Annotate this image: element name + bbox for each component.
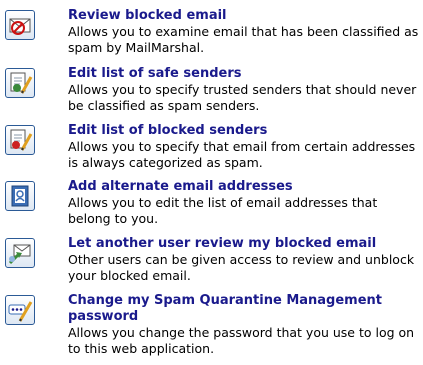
menu-item-text: Edit list of safe senders Allows you to … xyxy=(68,66,423,114)
edit-blocked-senders-description: Allows you to specify that email from ce… xyxy=(68,139,416,170)
menu-item-text: Let another user review my blocked email… xyxy=(68,236,423,284)
address-book-icon[interactable] xyxy=(5,181,35,211)
review-blocked-email-link[interactable]: Review blocked email xyxy=(68,8,423,24)
add-alternate-addresses-description: Allows you to edit the list of email add… xyxy=(68,195,378,226)
blocked-senders-list-edit-icon[interactable] xyxy=(5,125,35,155)
edit-safe-senders-link[interactable]: Edit list of safe senders xyxy=(68,66,423,82)
review-blocked-email-description: Allows you to examine email that has bee… xyxy=(68,24,419,55)
menu-item-text: Review blocked email Allows you to exami… xyxy=(68,8,423,56)
safe-senders-list-edit-icon[interactable] xyxy=(5,68,35,98)
change-password-link[interactable]: Change my Spam Quarantine Management pas… xyxy=(68,293,423,325)
edit-blocked-senders-link[interactable]: Edit list of blocked senders xyxy=(68,123,423,139)
blocked-envelope-icon[interactable] xyxy=(5,10,35,40)
edit-safe-senders-description: Allows you to specify trusted senders th… xyxy=(68,82,417,113)
password-edit-icon[interactable] xyxy=(5,295,35,325)
delegate-review-description: Other users can be given access to revie… xyxy=(68,252,415,283)
quarantine-options-menu: Review blocked email Allows you to exami… xyxy=(0,0,423,365)
menu-item-text: Add alternate email addresses Allows you… xyxy=(68,179,423,227)
menu-item-text: Change my Spam Quarantine Management pas… xyxy=(68,293,423,357)
change-password-description: Allows you change the password that you … xyxy=(68,325,415,356)
delegate-review-link[interactable]: Let another user review my blocked email xyxy=(68,236,423,252)
add-alternate-addresses-link[interactable]: Add alternate email addresses xyxy=(68,179,423,195)
delegate-access-icon[interactable] xyxy=(5,238,35,268)
menu-item-text: Edit list of blocked senders Allows you … xyxy=(68,123,423,171)
